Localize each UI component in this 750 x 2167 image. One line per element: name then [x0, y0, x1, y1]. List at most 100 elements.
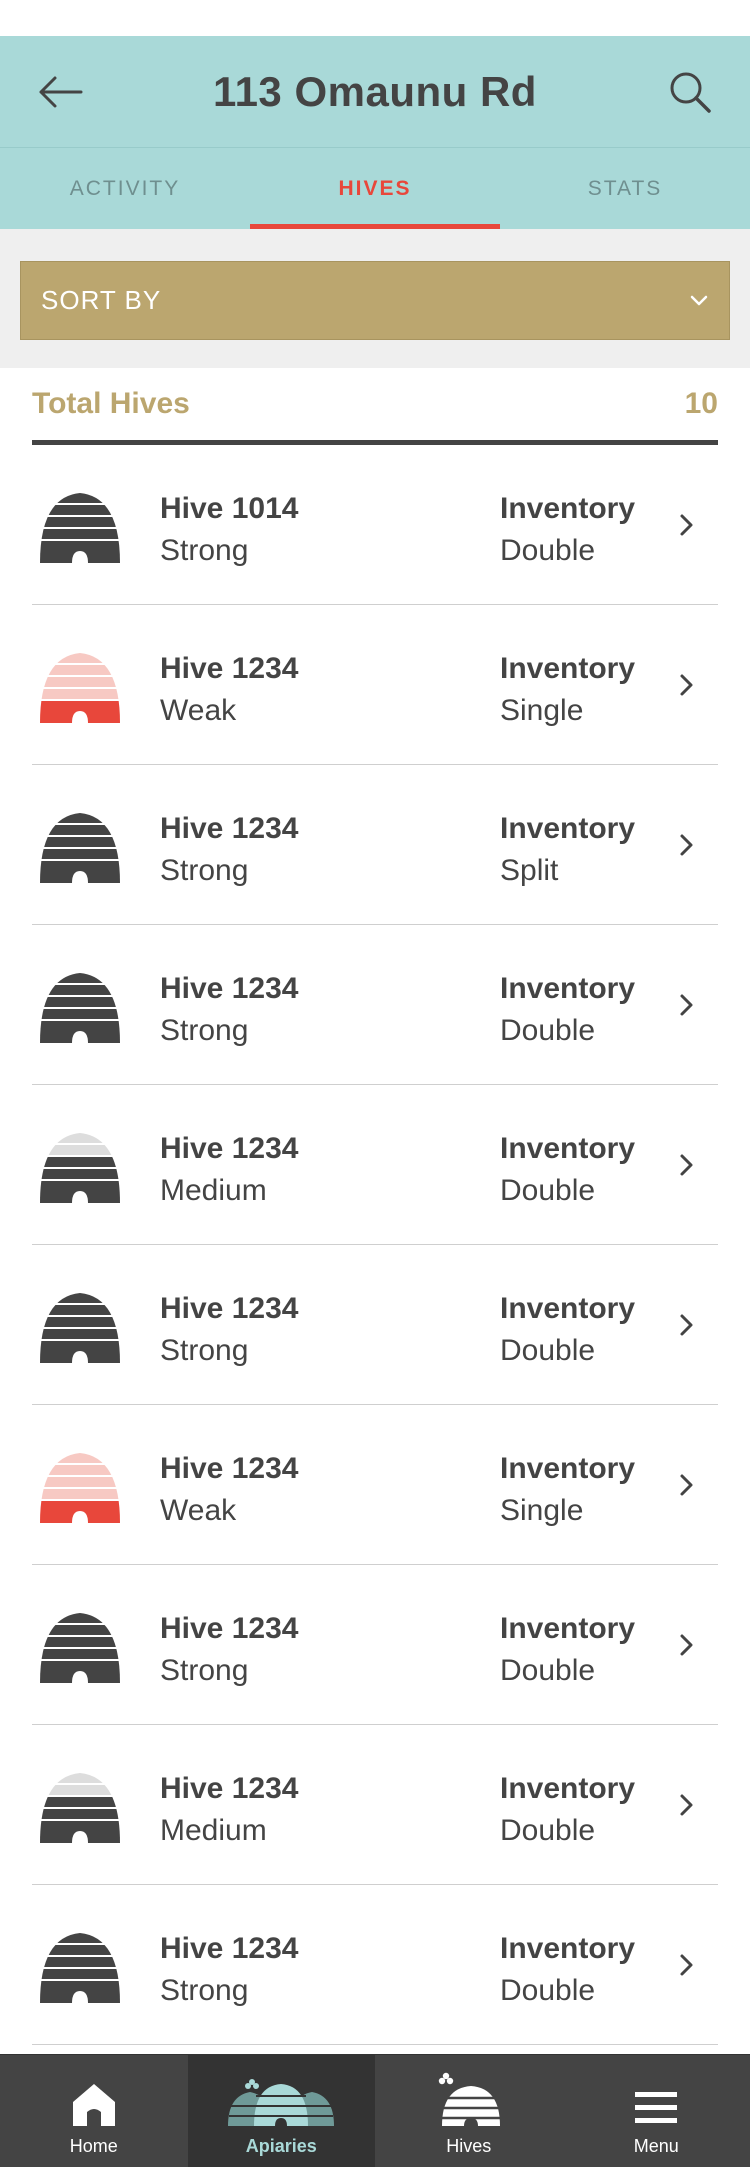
nav-apiaries[interactable]: Apiaries	[188, 2055, 376, 2167]
hive-status: Strong	[160, 1969, 298, 2013]
hive-name: Hive 1234	[160, 1129, 298, 1169]
inventory-type: Single	[500, 689, 635, 733]
inventory-type: Double	[500, 1809, 635, 1853]
hive-inventory: InventorySingle	[500, 649, 635, 733]
hive-status: Weak	[160, 689, 298, 733]
tab-bar: ACTIVITY HIVES STATS	[0, 148, 750, 229]
hive-name: Hive 1234	[160, 969, 298, 1009]
hive-info: Hive 1234Strong	[160, 1609, 298, 1693]
nav-menu-label: Menu	[634, 2136, 679, 2157]
inventory-type: Double	[500, 1969, 635, 2013]
hive-name: Hive 1014	[160, 489, 298, 529]
nav-hives[interactable]: Hives	[375, 2055, 563, 2167]
hive-icon	[38, 803, 122, 887]
inventory-label: Inventory	[500, 1769, 635, 1809]
tab-activity[interactable]: ACTIVITY	[0, 148, 250, 229]
tab-stats[interactable]: STATS	[500, 148, 750, 229]
hive-status: Strong	[160, 529, 298, 573]
inventory-type: Double	[500, 1169, 635, 1213]
hive-row[interactable]: Hive 1234StrongInventoryDouble	[32, 1885, 718, 2045]
hive-info: Hive 1234Medium	[160, 1769, 298, 1853]
hive-row[interactable]: Hive 1234Strong InventorySplit	[32, 765, 718, 925]
chevron-right-icon	[668, 1307, 704, 1343]
inventory-type: Double	[500, 1009, 635, 1053]
nav-hives-label: Hives	[446, 2136, 491, 2157]
hive-icon	[38, 1763, 122, 1847]
apiaries-icon	[226, 2076, 336, 2128]
arrow-left-icon	[37, 75, 83, 109]
hive-inventory: InventoryDouble	[500, 1609, 635, 1693]
chevron-right-icon	[668, 1947, 704, 1983]
chevron-right-icon	[668, 507, 704, 543]
home-icon	[69, 2080, 119, 2128]
inventory-label: Inventory	[500, 1129, 635, 1169]
inventory-label: Inventory	[500, 809, 635, 849]
nav-home[interactable]: Home	[0, 2055, 188, 2167]
hive-inventory: InventoryDouble	[500, 489, 635, 573]
total-hives-summary: Total Hives 10	[32, 368, 718, 445]
hive-inventory: InventoryDouble	[500, 969, 635, 1053]
hive-icon	[38, 1123, 122, 1207]
total-hives-label: Total Hives	[32, 387, 190, 421]
hive-row[interactable]: Hive 1234Weak InventorySingle	[32, 1405, 718, 1565]
hive-inventory: InventoryDouble	[500, 1129, 635, 1213]
hive-inventory: InventoryDouble	[500, 1289, 635, 1373]
inventory-type: Double	[500, 529, 635, 573]
bottom-nav: Home Apiaries Hives	[0, 2054, 750, 2167]
hive-row[interactable]: Hive 1234Weak InventorySingle	[32, 605, 718, 765]
sort-label: SORT BY	[41, 285, 161, 316]
inventory-label: Inventory	[500, 1449, 635, 1489]
hive-info: Hive 1234Strong	[160, 1929, 298, 2013]
hive-row[interactable]: Hive 1234MediumInventoryDouble	[32, 1085, 718, 1245]
hive-status: Strong	[160, 1649, 298, 1693]
chevron-right-icon	[668, 1627, 704, 1663]
inventory-type: Split	[500, 849, 635, 893]
hive-name: Hive 1234	[160, 809, 298, 849]
sort-dropdown[interactable]: SORT BY	[20, 261, 730, 340]
inventory-type: Single	[500, 1489, 635, 1533]
hive-inventory: InventorySplit	[500, 809, 635, 893]
inventory-type: Double	[500, 1649, 635, 1693]
hive-name: Hive 1234	[160, 1769, 298, 1809]
inventory-type: Double	[500, 1329, 635, 1373]
hive-row[interactable]: Hive 1234StrongInventoryDouble	[32, 925, 718, 1085]
hive-info: Hive 1234Weak	[160, 649, 298, 733]
hive-icon	[38, 1923, 122, 2007]
page-title: 113 Omaunu Rd	[213, 68, 537, 116]
chevron-right-icon	[668, 1787, 704, 1823]
hive-name: Hive 1234	[160, 1929, 298, 1969]
total-hives-count: 10	[685, 387, 718, 421]
sort-section: SORT BY	[0, 229, 750, 368]
hive-icon	[38, 643, 122, 727]
app-bar: 113 Omaunu Rd	[0, 36, 750, 148]
hive-status: Strong	[160, 849, 298, 893]
inventory-label: Inventory	[500, 489, 635, 529]
hive-status: Weak	[160, 1489, 298, 1533]
hive-name: Hive 1234	[160, 649, 298, 689]
hive-row[interactable]: Hive 1234Medium InventoryDouble	[32, 1725, 718, 1885]
search-button[interactable]	[660, 62, 720, 122]
hive-status: Medium	[160, 1809, 298, 1853]
menu-icon	[633, 2088, 679, 2128]
inventory-label: Inventory	[500, 969, 635, 1009]
hive-row[interactable]: Hive 1234Strong InventoryDouble	[32, 1565, 718, 1725]
hive-info: Hive 1234Weak	[160, 1449, 298, 1533]
hive-row[interactable]: Hive 1234Strong InventoryDouble	[32, 1245, 718, 1405]
chevron-right-icon	[668, 1467, 704, 1503]
chevron-right-icon	[668, 667, 704, 703]
nav-apiaries-label: Apiaries	[246, 2136, 317, 2157]
hive-status: Strong	[160, 1329, 298, 1373]
chevron-down-icon	[689, 294, 709, 308]
nav-home-label: Home	[70, 2136, 118, 2157]
chevron-right-icon	[668, 987, 704, 1023]
hive-name: Hive 1234	[160, 1289, 298, 1329]
tab-hives[interactable]: HIVES	[250, 148, 500, 229]
hive-name: Hive 1234	[160, 1449, 298, 1489]
hive-icon	[38, 1443, 122, 1527]
hive-icon	[38, 1283, 122, 1367]
hive-icon	[38, 1603, 122, 1687]
nav-menu[interactable]: Menu	[563, 2055, 750, 2167]
chevron-right-icon	[668, 827, 704, 863]
back-button[interactable]	[30, 62, 90, 122]
hive-row[interactable]: Hive 1014Strong InventoryDouble	[32, 445, 718, 605]
